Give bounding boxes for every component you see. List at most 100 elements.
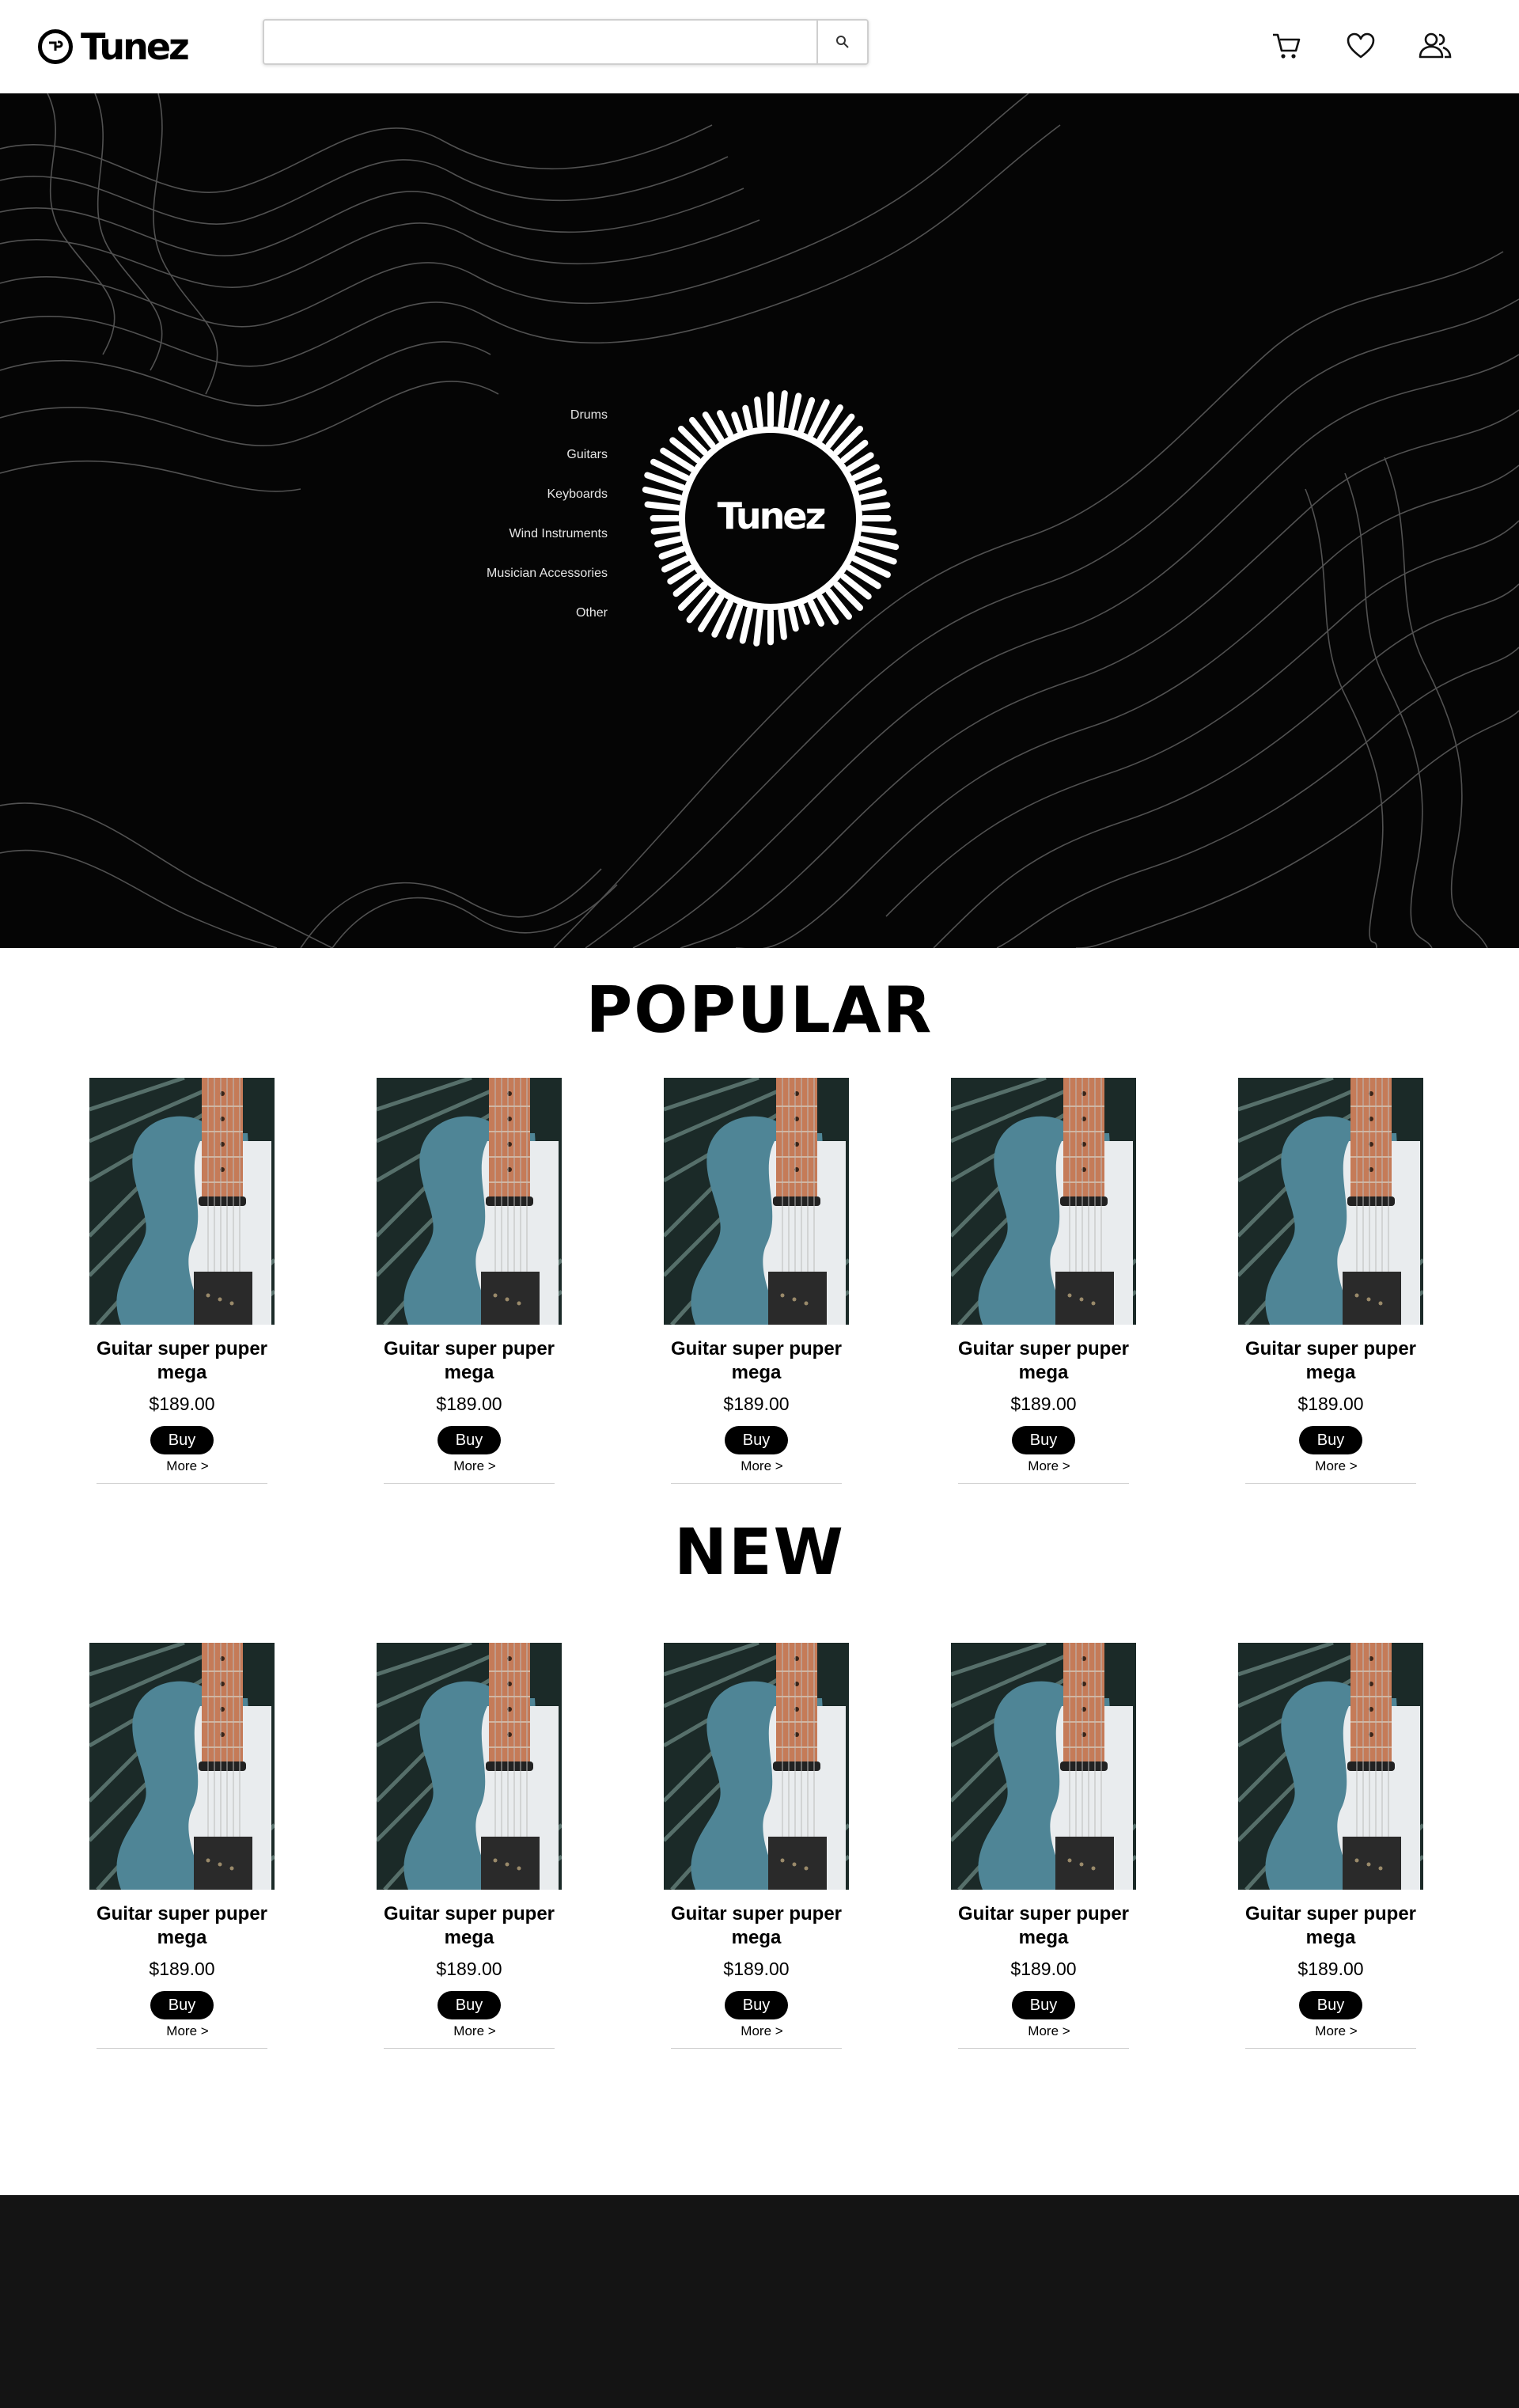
category-drums[interactable]: Drums — [487, 396, 608, 435]
site-footer — [0, 2195, 1519, 2408]
card-divider — [97, 2048, 267, 2049]
product-name[interactable]: Guitar super puper mega — [87, 1337, 277, 1385]
search-bar — [263, 19, 869, 65]
buy-button[interactable]: Buy — [438, 1991, 501, 2019]
hero-banner: Drums Guitars Keyboards Wind Instruments… — [0, 93, 1519, 948]
product-price: $189.00 — [1010, 1394, 1077, 1414]
product-name[interactable]: Guitar super puper mega — [661, 1902, 851, 1950]
more-link[interactable]: More > — [87, 1456, 277, 1477]
card-divider — [97, 1483, 267, 1484]
more-link[interactable]: More > — [661, 2021, 851, 2042]
more-link[interactable]: More > — [949, 2021, 1138, 2042]
product-image[interactable] — [951, 1078, 1136, 1325]
more-link[interactable]: More > — [949, 1456, 1138, 1477]
card-divider — [671, 1483, 842, 1484]
buy-button[interactable]: Buy — [725, 1426, 788, 1454]
account-button[interactable] — [1416, 27, 1454, 65]
product-image[interactable] — [1238, 1643, 1423, 1890]
product-name[interactable]: Guitar super puper mega — [87, 1902, 277, 1950]
more-link[interactable]: More > — [1236, 2021, 1426, 2042]
more-link[interactable]: More > — [374, 1456, 564, 1477]
more-link[interactable]: More > — [374, 2021, 564, 2042]
product-name[interactable]: Guitar super puper mega — [374, 1902, 564, 1950]
buy-button[interactable]: Buy — [1299, 1426, 1362, 1454]
card-divider — [671, 2048, 842, 2049]
new-products-grid: Guitar super puper mega $189.00 Buy More… — [0, 1643, 1519, 2070]
card-divider — [958, 2048, 1129, 2049]
product-card: Guitar super puper mega $189.00 Buy More… — [374, 1078, 564, 1484]
new-title: NEW — [674, 1515, 845, 1589]
product-name[interactable]: Guitar super puper mega — [1236, 1337, 1426, 1385]
more-link[interactable]: More > — [87, 2021, 277, 2042]
header-actions — [1267, 27, 1454, 65]
product-price: $189.00 — [1010, 1959, 1077, 1979]
product-price: $189.00 — [436, 1394, 502, 1414]
product-image[interactable] — [1238, 1078, 1423, 1325]
category-musician-accessories[interactable]: Musician Accessories — [487, 554, 608, 593]
card-divider — [384, 1483, 555, 1484]
cart-icon — [1273, 33, 1301, 59]
product-image[interactable] — [377, 1078, 562, 1325]
category-other[interactable]: Other — [487, 593, 608, 633]
more-link[interactable]: More > — [661, 1456, 851, 1477]
product-card: Guitar super puper mega $189.00 Buy More… — [374, 1643, 564, 2049]
category-keyboards[interactable]: Keyboards — [487, 475, 608, 514]
product-image[interactable] — [951, 1643, 1136, 1890]
card-divider — [1245, 2048, 1416, 2049]
badge-logo-text: Tunez — [717, 495, 827, 537]
product-image[interactable] — [664, 1643, 849, 1890]
category-menu: Drums Guitars Keyboards Wind Instruments… — [487, 396, 608, 633]
more-link[interactable]: More > — [1236, 1456, 1426, 1477]
search-input[interactable] — [264, 21, 816, 63]
popular-products-grid: Guitar super puper mega $189.00 Buy More… — [0, 1078, 1519, 1505]
logo-text: Tunez — [81, 25, 190, 68]
product-card: Guitar super puper mega $189.00 Buy More… — [87, 1078, 277, 1484]
card-divider — [1245, 1483, 1416, 1484]
search-button[interactable] — [816, 21, 867, 63]
category-wind-instruments[interactable]: Wind Instruments — [487, 514, 608, 554]
product-name[interactable]: Guitar super puper mega — [1236, 1902, 1426, 1950]
product-card: Guitar super puper mega $189.00 Buy More… — [87, 1643, 277, 2049]
product-card: Guitar super puper mega $189.00 Buy More… — [1236, 1078, 1426, 1484]
card-divider — [958, 1483, 1129, 1484]
buy-button[interactable]: Buy — [150, 1991, 214, 2019]
product-price: $189.00 — [149, 1959, 215, 1979]
card-divider — [384, 2048, 555, 2049]
user-icon — [1419, 32, 1452, 59]
site-header: Tunez — [0, 0, 1519, 93]
buy-button[interactable]: Buy — [438, 1426, 501, 1454]
category-guitars[interactable]: Guitars — [487, 435, 608, 475]
product-card: Guitar super puper mega $189.00 Buy More… — [661, 1643, 851, 2049]
buy-button[interactable]: Buy — [1299, 1991, 1362, 2019]
product-image[interactable] — [377, 1643, 562, 1890]
buy-button[interactable]: Buy — [1012, 1991, 1075, 2019]
product-name[interactable]: Guitar super puper mega — [949, 1337, 1138, 1385]
product-card: Guitar super puper mega $189.00 Buy More… — [1236, 1643, 1426, 2049]
product-image[interactable] — [664, 1078, 849, 1325]
sound-wave-logo-badge: Tunez — [638, 388, 915, 649]
product-image[interactable] — [89, 1643, 275, 1890]
product-name[interactable]: Guitar super puper mega — [661, 1337, 851, 1385]
product-price: $189.00 — [723, 1959, 790, 1979]
buy-button[interactable]: Buy — [725, 1991, 788, 2019]
wishlist-button[interactable] — [1342, 27, 1380, 65]
product-card: Guitar super puper mega $189.00 Buy More… — [661, 1078, 851, 1484]
buy-button[interactable]: Buy — [1012, 1426, 1075, 1454]
product-price: $189.00 — [1297, 1394, 1364, 1414]
cart-button[interactable] — [1267, 27, 1305, 65]
product-name[interactable]: Guitar super puper mega — [949, 1902, 1138, 1950]
product-price: $189.00 — [149, 1394, 215, 1414]
search-icon — [836, 36, 849, 48]
product-image[interactable] — [89, 1078, 275, 1325]
site-logo[interactable]: Tunez — [38, 25, 190, 68]
product-price: $189.00 — [436, 1959, 502, 1979]
product-price: $189.00 — [1297, 1959, 1364, 1979]
product-card: Guitar super puper mega $189.00 Buy More… — [949, 1078, 1138, 1484]
popular-title: POPULAR — [585, 973, 934, 1047]
buy-button[interactable]: Buy — [150, 1426, 214, 1454]
product-price: $189.00 — [723, 1394, 790, 1414]
product-card: Guitar super puper mega $189.00 Buy More… — [949, 1643, 1138, 2049]
logo-mark-icon — [38, 29, 73, 64]
heart-icon — [1347, 32, 1375, 59]
product-name[interactable]: Guitar super puper mega — [374, 1337, 564, 1385]
